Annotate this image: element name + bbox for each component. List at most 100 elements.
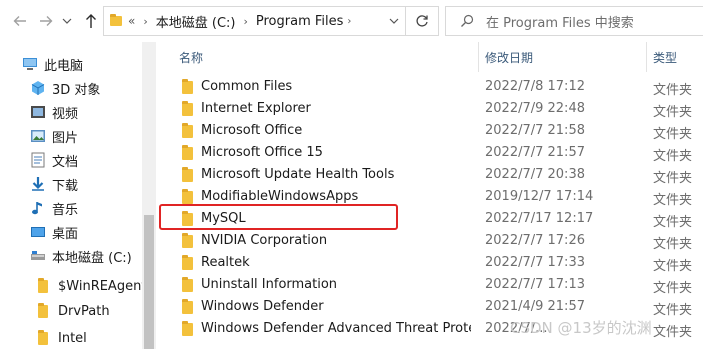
file-name: Windows Defender bbox=[201, 299, 324, 314]
folder-icon bbox=[38, 277, 48, 293]
file-modified: 2022/7/17 12:17 bbox=[485, 211, 594, 226]
up-button[interactable] bbox=[81, 10, 101, 32]
file-type: 文件夹 bbox=[653, 193, 693, 208]
nav-item-winreagent[interactable]: $WinREAgent bbox=[38, 274, 156, 298]
column-header-type[interactable]: 类型 bbox=[653, 46, 703, 68]
nav-item-pictures[interactable]: 图片 bbox=[30, 124, 156, 148]
folder-icon bbox=[182, 145, 193, 160]
search-box[interactable]: 在 Program Files 中搜索 bbox=[445, 6, 703, 36]
folder-icon bbox=[182, 167, 193, 182]
nav-item-label: $WinREAgent bbox=[58, 278, 147, 294]
recent-locations-button[interactable] bbox=[60, 10, 74, 32]
folder-icon bbox=[182, 277, 193, 292]
nav-item-label: 此电脑 bbox=[44, 58, 84, 74]
pictures-icon bbox=[31, 130, 45, 142]
file-row[interactable]: Microsoft Update Health Tools 2022/7/7 2… bbox=[156, 164, 703, 186]
nav-item-3d-objects[interactable]: 3D 对象 bbox=[30, 76, 156, 100]
folder-icon bbox=[182, 123, 193, 138]
file-type: 文件夹 bbox=[653, 325, 693, 340]
refresh-button[interactable] bbox=[405, 6, 439, 36]
column-divider[interactable] bbox=[646, 42, 647, 72]
search-icon bbox=[461, 14, 474, 27]
file-name: Uninstall Information bbox=[201, 277, 338, 292]
chevron-down-icon bbox=[62, 18, 72, 24]
file-modified: 2022/7/8 17:12 bbox=[485, 79, 585, 94]
nav-item-label: 3D 对象 bbox=[52, 82, 101, 98]
file-modified: 2019/12/7 17:14 bbox=[485, 189, 594, 204]
nav-item-music[interactable]: 音乐 bbox=[30, 196, 156, 220]
breadcrumb-separator: › bbox=[243, 14, 248, 28]
nav-item-label: 音乐 bbox=[52, 202, 79, 218]
file-modified: 2022/7/7 21:57 bbox=[485, 145, 585, 160]
drive-icon bbox=[31, 251, 45, 260]
file-row[interactable]: Internet Explorer 2022/7/9 22:48 文件夹 bbox=[156, 98, 703, 120]
file-modified: 2022/7/7 17:13 bbox=[485, 277, 585, 292]
file-row[interactable]: Microsoft Office 2022/7/7 21:58 文件夹 bbox=[156, 120, 703, 142]
column-header-label: 名称 bbox=[179, 50, 204, 65]
search-placeholder: 在 Program Files 中搜索 bbox=[486, 15, 634, 31]
column-divider[interactable] bbox=[478, 42, 479, 72]
address-bar[interactable]: « › 本地磁盘 (C:) › Program Files › bbox=[103, 6, 405, 36]
file-type: 文件夹 bbox=[653, 171, 693, 186]
file-name: Internet Explorer bbox=[201, 101, 311, 116]
folder-icon bbox=[182, 79, 193, 94]
nav-item-downloads[interactable]: 下载 bbox=[30, 172, 156, 196]
column-header-modified[interactable]: 修改日期 bbox=[485, 46, 645, 68]
file-row[interactable]: Common Files 2022/7/8 17:12 文件夹 bbox=[156, 76, 703, 98]
mysql-highlight-box bbox=[159, 204, 398, 230]
computer-icon bbox=[23, 58, 37, 70]
file-type: 文件夹 bbox=[653, 259, 693, 274]
watermark: CSDN @13岁的沈渊 bbox=[510, 319, 652, 337]
folder-icon bbox=[182, 299, 193, 314]
nav-item-label: 文档 bbox=[52, 154, 79, 170]
file-type: 文件夹 bbox=[653, 215, 693, 230]
nav-item-this-pc[interactable]: 此电脑 bbox=[22, 52, 156, 76]
breadcrumb-local-disk[interactable]: 本地磁盘 (C:) bbox=[156, 12, 236, 31]
folder-icon bbox=[38, 329, 48, 345]
nav-scrollbar-thumb[interactable] bbox=[144, 215, 154, 349]
column-header-label: 类型 bbox=[653, 50, 678, 65]
nav-item-videos[interactable]: 视频 bbox=[30, 100, 156, 124]
file-name: Microsoft Office 15 bbox=[201, 145, 323, 160]
file-row[interactable]: Microsoft Office 15 2022/7/7 21:57 文件夹 bbox=[156, 142, 703, 164]
nav-item-local-disk[interactable]: 本地磁盘 (C:) bbox=[30, 244, 156, 268]
file-row[interactable]: Realtek 2022/7/7 17:33 文件夹 bbox=[156, 252, 703, 274]
nav-item-label: 下载 bbox=[52, 178, 79, 194]
file-type: 文件夹 bbox=[653, 303, 693, 318]
navigation-pane: 此电脑 3D 对象 视频 图片 文档 下载 音乐 桌面 本地磁盘 (C:) $W… bbox=[0, 42, 156, 349]
file-modified: 2022/7/7 20:38 bbox=[485, 167, 585, 182]
breadcrumb-overflow[interactable]: « bbox=[128, 14, 135, 28]
column-header-name[interactable]: 名称 bbox=[179, 46, 479, 68]
file-type: 文件夹 bbox=[653, 281, 693, 296]
desktop-icon bbox=[31, 227, 45, 237]
file-name: Common Files bbox=[201, 79, 293, 94]
address-dropdown-button[interactable] bbox=[383, 6, 405, 36]
folder-icon bbox=[182, 189, 193, 204]
nav-item-label: DrvPath bbox=[58, 303, 110, 319]
file-row[interactable]: Uninstall Information 2022/7/7 17:13 文件夹 bbox=[156, 274, 703, 296]
file-type: 文件夹 bbox=[653, 237, 693, 252]
file-type: 文件夹 bbox=[653, 105, 693, 120]
folder-icon bbox=[182, 101, 193, 116]
file-row[interactable]: Windows Defender 2021/4/9 21:57 文件夹 bbox=[156, 296, 703, 318]
nav-item-label: 图片 bbox=[52, 130, 79, 146]
file-modified: 2022/7/7 21:58 bbox=[485, 123, 585, 138]
downloads-icon bbox=[32, 177, 44, 191]
file-row[interactable]: NVIDIA Corporation 2022/7/7 17:26 文件夹 bbox=[156, 230, 703, 252]
folder-icon bbox=[38, 302, 48, 318]
nav-item-documents[interactable]: 文档 bbox=[30, 148, 156, 172]
address-toolbar: « › 本地磁盘 (C:) › Program Files › 在 Progra… bbox=[0, 0, 703, 42]
breadcrumb-program-files[interactable]: Program Files bbox=[256, 14, 344, 29]
file-type: 文件夹 bbox=[653, 83, 693, 98]
file-list: ⌃ 名称 修改日期 类型 Common Files 2022/7/8 17:12… bbox=[156, 42, 703, 349]
file-type: 文件夹 bbox=[653, 127, 693, 142]
forward-button[interactable] bbox=[36, 10, 56, 32]
nav-item-drvpath[interactable]: DrvPath bbox=[38, 299, 156, 323]
file-name: ModifiableWindowsApps bbox=[201, 189, 359, 204]
nav-item-desktop[interactable]: 桌面 bbox=[30, 220, 156, 244]
arrow-left-icon bbox=[13, 16, 26, 26]
folder-icon bbox=[182, 233, 193, 248]
back-button[interactable] bbox=[10, 10, 30, 32]
nav-item-intel[interactable]: Intel bbox=[38, 326, 156, 349]
folder-icon bbox=[110, 14, 122, 26]
